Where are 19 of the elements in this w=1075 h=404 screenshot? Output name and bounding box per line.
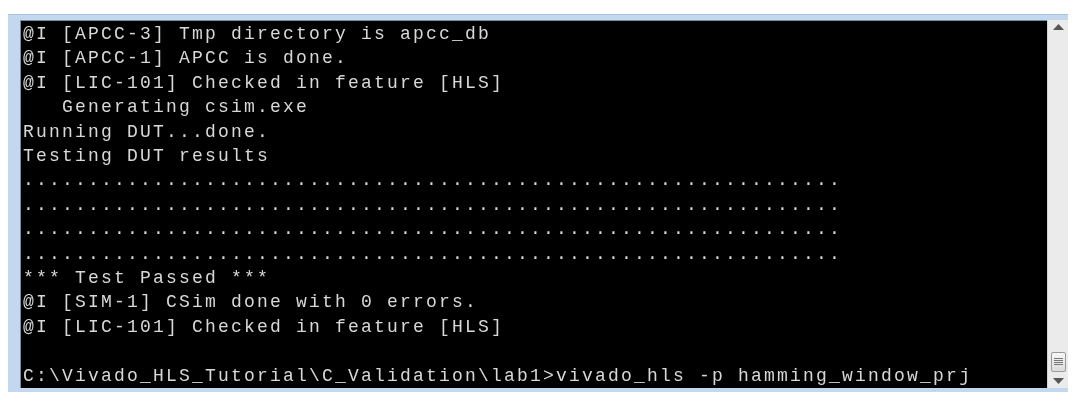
scroll-down-arrow-icon[interactable] bbox=[1052, 378, 1064, 384]
grip-icon bbox=[1053, 358, 1063, 366]
console-output-line: @I [APCC-3] Tmp directory is apcc_db bbox=[23, 23, 492, 46]
console-output-line: *** Test Passed *** bbox=[23, 267, 271, 291]
console-output-line: ............................................................... bbox=[23, 169, 843, 193]
console-output-line: @I [SIM-1] CSim done with 0 errors. bbox=[23, 291, 479, 315]
console-output-line: ............................................................... bbox=[23, 242, 843, 266]
console-output-line: ............................................................... bbox=[23, 218, 843, 242]
command-prompt-line: C:\Vivado_HLS_Tutorial\C_Validation\lab1>vivado_hls -p hamming_window_prj bbox=[23, 364, 973, 388]
console-output-line: @I [LIC-101] Checked in feature [HLS] bbox=[23, 71, 505, 95]
console-output-line: Running DUT...done. bbox=[23, 120, 271, 144]
console-output-line: Testing DUT results bbox=[23, 145, 271, 169]
vertical-scrollbar[interactable] bbox=[1047, 20, 1068, 388]
scroll-up-arrow-icon[interactable] bbox=[1052, 24, 1064, 30]
console-output-line: Generating csim.exe bbox=[61, 96, 310, 120]
console-output-line: ............................................................... bbox=[23, 193, 843, 217]
console-output-line: @I [APCC-1] APCC is done. bbox=[23, 47, 349, 71]
scrollbar-thumb[interactable] bbox=[1050, 352, 1066, 372]
console-output-line: @I [LIC-101] Checked in feature [HLS] bbox=[23, 315, 505, 339]
